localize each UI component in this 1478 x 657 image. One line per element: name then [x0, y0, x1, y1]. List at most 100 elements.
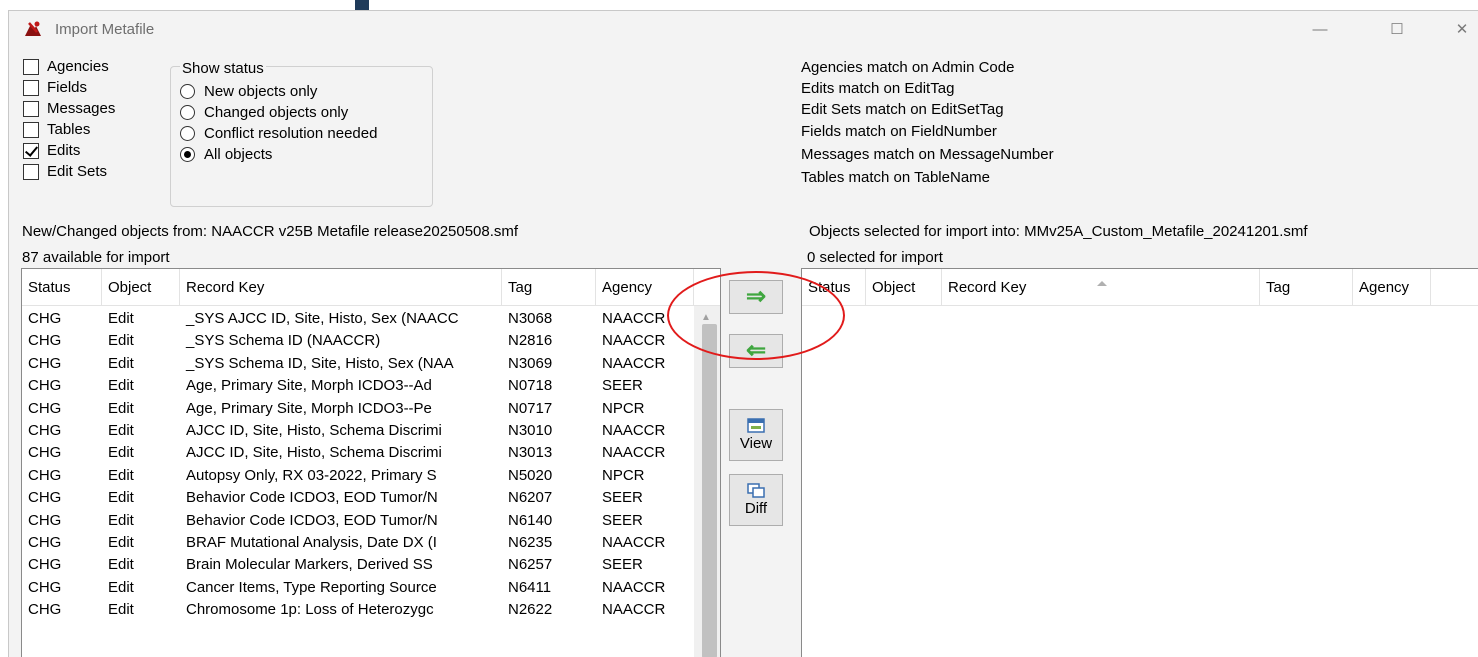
cell-object: Edit: [108, 332, 134, 350]
cell-status: CHG: [28, 332, 62, 350]
grid-header: Status Object Record Key Tag Agency: [22, 269, 720, 306]
column-header-agency[interactable]: Agency: [1353, 269, 1431, 306]
agencies-checkbox[interactable]: [23, 58, 39, 75]
target-objects-grid[interactable]: Status Object Record Key Tag Agency: [801, 268, 1478, 657]
cell-status: CHG: [28, 556, 62, 574]
radio-label: Conflict resolution needed: [204, 125, 378, 142]
table-row[interactable]: CHG Edit _SYS Schema ID (NAACCR) N2816 NAACC…: [22, 330, 694, 352]
table-row[interactable]: CHG Edit Brain Molecular Markers, Derived …: [22, 554, 694, 576]
cell-record-key: BRAF Mutational Analysis, Date DX (I: [186, 534, 437, 551]
table-row[interactable]: CHG Edit Age, Primary Site, Morph ICDO3--A…: [22, 375, 694, 397]
fields-checkbox[interactable]: [23, 79, 39, 96]
radio-button[interactable]: [180, 84, 195, 99]
diff-icon: [747, 483, 765, 498]
source-objects-grid[interactable]: Status Object Record Key Tag Agency CHG E…: [21, 268, 721, 657]
remove-from-import-button[interactable]: ⇐: [729, 334, 783, 368]
scroll-up-icon[interactable]: ▲: [701, 312, 711, 323]
cell-status: CHG: [28, 511, 62, 529]
table-row[interactable]: CHG Edit _SYS AJCC ID, Site, Histo, Sex (N…: [22, 308, 694, 330]
checkbox-messages[interactable]: Messages: [23, 98, 115, 119]
right-arrow-icon: ⇒: [745, 283, 767, 310]
table-row[interactable]: CHG Edit AJCC ID, Site, Histo, Schema Disc…: [22, 442, 694, 464]
column-header-record-key[interactable]: Record Key: [180, 269, 502, 306]
table-row[interactable]: CHG Edit BRAF Mutational Analysis, Date DX…: [22, 532, 694, 554]
table-row[interactable]: CHG Edit Behavior Code ICDO3, EOD Tumor/N N…: [22, 510, 694, 532]
cell-record-key: Brain Molecular Markers, Derived SS: [186, 556, 433, 574]
table-row[interactable]: CHG Edit AJCC ID, Site, Histo, Schema Disc…: [22, 420, 694, 442]
cell-object: Edit: [108, 489, 134, 507]
cell-object: Edit: [108, 354, 134, 372]
radio-conflict-resolution[interactable]: Conflict resolution needed: [180, 123, 377, 144]
diff-button[interactable]: Diff: [729, 474, 783, 526]
column-header-status[interactable]: Status: [22, 269, 102, 306]
cell-record-key: _SYS Schema ID, Site, Histo, Sex (NAA: [186, 354, 454, 372]
column-header-tag[interactable]: Tag: [502, 269, 596, 306]
edits-checkbox[interactable]: [23, 142, 39, 159]
column-header-status[interactable]: Status: [802, 269, 866, 306]
column-header-object[interactable]: Object: [102, 269, 180, 306]
tables-checkbox[interactable]: [23, 121, 39, 138]
cell-tag: N3013: [508, 444, 553, 462]
checkbox-label: Fields: [47, 79, 88, 96]
checkbox-agencies[interactable]: Agencies: [23, 56, 109, 77]
show-status-title: Show status: [180, 60, 266, 77]
maximize-button[interactable]: ☐: [1374, 11, 1420, 47]
table-row[interactable]: CHG Edit Cancer Items, Type Reporting Sour…: [22, 577, 694, 599]
cell-tag: N6235: [508, 534, 553, 551]
checkbox-label: Messages: [47, 100, 116, 117]
radio-label: All objects: [204, 146, 273, 163]
cell-agency: NAACCR: [602, 578, 666, 596]
table-row[interactable]: CHG Edit Behavior Code ICDO3, EOD Tumor/N N…: [22, 487, 694, 509]
cell-record-key: Age, Primary Site, Morph ICDO3--Pe: [186, 399, 432, 417]
table-row[interactable]: CHG Edit Chromosome 1p: Loss of Heterozygc…: [22, 599, 694, 621]
cell-agency: SEER: [602, 556, 643, 574]
radio-all-objects[interactable]: All objects: [180, 144, 272, 165]
cell-status: CHG: [28, 601, 62, 619]
messages-checkbox[interactable]: [23, 100, 39, 117]
cell-status: CHG: [28, 399, 62, 417]
table-row[interactable]: CHG Edit _SYS Schema ID, Site, Histo, Sex …: [22, 353, 694, 375]
checkbox-tables[interactable]: Tables: [23, 119, 90, 140]
background-fragment: [355, 0, 369, 10]
checkbox-edits[interactable]: Edits: [23, 140, 80, 161]
vertical-scrollbar[interactable]: ▲: [694, 306, 720, 657]
view-button[interactable]: View: [729, 409, 783, 461]
cell-object: Edit: [108, 534, 134, 551]
column-header-tag[interactable]: Tag: [1260, 269, 1353, 306]
checkbox-fields[interactable]: Fields: [23, 77, 87, 98]
sort-ascending-icon: [1097, 281, 1107, 286]
radio-button[interactable]: [180, 147, 195, 162]
cell-status: CHG: [28, 377, 62, 395]
radio-label: Changed objects only: [204, 104, 349, 121]
table-row[interactable]: CHG Edit Age, Primary Site, Morph ICDO3--P…: [22, 398, 694, 420]
cell-tag: N6257: [508, 556, 553, 574]
radio-button[interactable]: [180, 105, 195, 120]
edit-sets-checkbox[interactable]: [23, 163, 39, 180]
column-header-object[interactable]: Object: [866, 269, 942, 306]
cell-object: Edit: [108, 511, 134, 529]
radio-button[interactable]: [180, 126, 195, 141]
cell-record-key: _SYS AJCC ID, Site, Histo, Sex (NAACC: [186, 310, 459, 327]
add-to-import-button[interactable]: ⇒: [729, 280, 783, 314]
column-header-agency[interactable]: Agency: [596, 269, 694, 306]
cell-tag: N2622: [508, 601, 553, 619]
screen-top-strip: [0, 0, 1478, 10]
radio-changed-objects[interactable]: Changed objects only: [180, 102, 348, 123]
cell-agency: NPCR: [602, 399, 645, 417]
match-rule: Agencies match on Admin Code: [801, 59, 1015, 76]
cell-tag: N6140: [508, 511, 553, 529]
cell-agency: NAACCR: [602, 332, 666, 350]
close-button[interactable]: ✕: [1439, 11, 1478, 47]
cell-record-key: _SYS Schema ID (NAACCR): [186, 332, 381, 350]
cell-object: Edit: [108, 399, 134, 417]
radio-new-objects[interactable]: New objects only: [180, 81, 317, 102]
checkbox-edit-sets[interactable]: Edit Sets: [23, 161, 107, 182]
grid-header: Status Object Record Key Tag Agency: [802, 269, 1478, 306]
table-row[interactable]: CHG Edit Autopsy Only, RX 03-2022, Primary…: [22, 465, 694, 487]
column-header-record-key[interactable]: Record Key: [942, 269, 1260, 306]
scrollbar-thumb[interactable]: [702, 324, 717, 657]
cell-tag: N3010: [508, 422, 553, 439]
cell-agency: SEER: [602, 511, 643, 529]
title-bar[interactable]: Import Metafile — ☐ ✕: [9, 11, 1478, 47]
minimize-button[interactable]: —: [1297, 11, 1343, 47]
